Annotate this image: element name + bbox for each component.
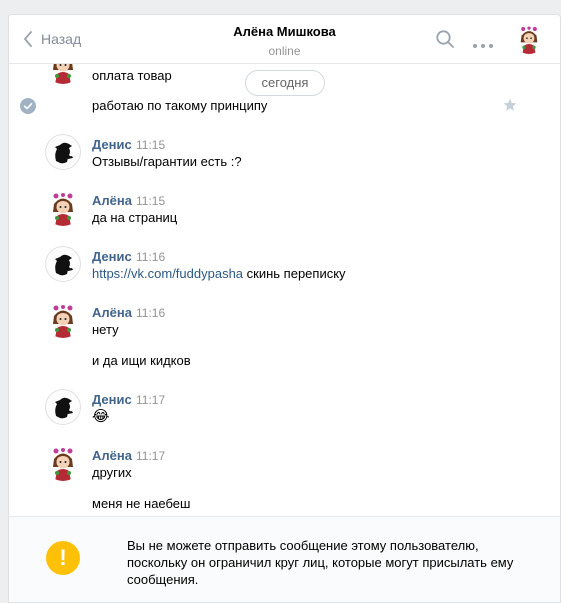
avatar[interactable]	[45, 246, 81, 282]
date-divider: сегодня	[245, 70, 325, 96]
message-text: нету	[92, 322, 119, 337]
message-text-after-link: скинь переписку	[246, 266, 346, 281]
contact-avatar[interactable]	[514, 24, 544, 54]
message-time[interactable]: 11:17	[136, 393, 165, 407]
star-icon[interactable]	[503, 98, 517, 112]
avatar[interactable]	[45, 134, 81, 170]
check-circle-icon[interactable]	[20, 98, 36, 114]
message-time[interactable]: 11:16	[136, 250, 165, 264]
message-text: https://vk.com/fuddypasha скинь переписк…	[92, 266, 346, 281]
message-time[interactable]: 11:15	[136, 138, 165, 152]
more-icon[interactable]	[472, 37, 494, 52]
message-time[interactable]: 11:16	[136, 306, 165, 320]
message-text: и да ищи кидков	[92, 353, 191, 368]
author-name[interactable]: Денис	[92, 137, 132, 152]
emoji-laughing: 😂	[92, 408, 110, 425]
author-name[interactable]: Денис	[92, 249, 132, 264]
message-time[interactable]: 11:17	[136, 449, 165, 463]
author-name[interactable]: Алёна	[92, 305, 132, 320]
author-name[interactable]: Денис	[92, 392, 132, 407]
chat-header: Назад Алёна Мишкова online	[9, 15, 560, 64]
message-text: меня не наебеш	[92, 496, 191, 511]
warning-icon: !	[46, 541, 80, 575]
message-link[interactable]: https://vk.com/fuddypasha	[92, 266, 243, 281]
message-text: оплата товар	[92, 68, 172, 83]
avatar[interactable]	[45, 389, 81, 425]
avatar[interactable]	[45, 190, 81, 226]
message-feed: сегодня оплата товар работаю по такому п…	[9, 64, 560, 516]
avatar[interactable]	[45, 64, 81, 84]
avatar[interactable]	[45, 445, 81, 481]
avatar[interactable]	[45, 302, 81, 338]
message-text: других	[92, 465, 132, 480]
message-text: работаю по такому принципу	[92, 98, 268, 113]
search-icon[interactable]	[435, 29, 455, 52]
author-name[interactable]: Алёна	[92, 448, 132, 463]
notice-text: Вы не можете отправить сообщение этому п…	[127, 538, 514, 587]
chat-window: Назад Алёна Мишкова online сегодня оплат…	[8, 14, 561, 603]
message-text: да на страниц	[92, 210, 178, 225]
restriction-notice: ! Вы не можете отправить сообщение этому…	[9, 516, 560, 602]
message-text: Отзывы/гарантии есть :?	[92, 154, 242, 169]
message-time[interactable]: 11:15	[136, 194, 165, 208]
author-name[interactable]: Алёна	[92, 193, 132, 208]
